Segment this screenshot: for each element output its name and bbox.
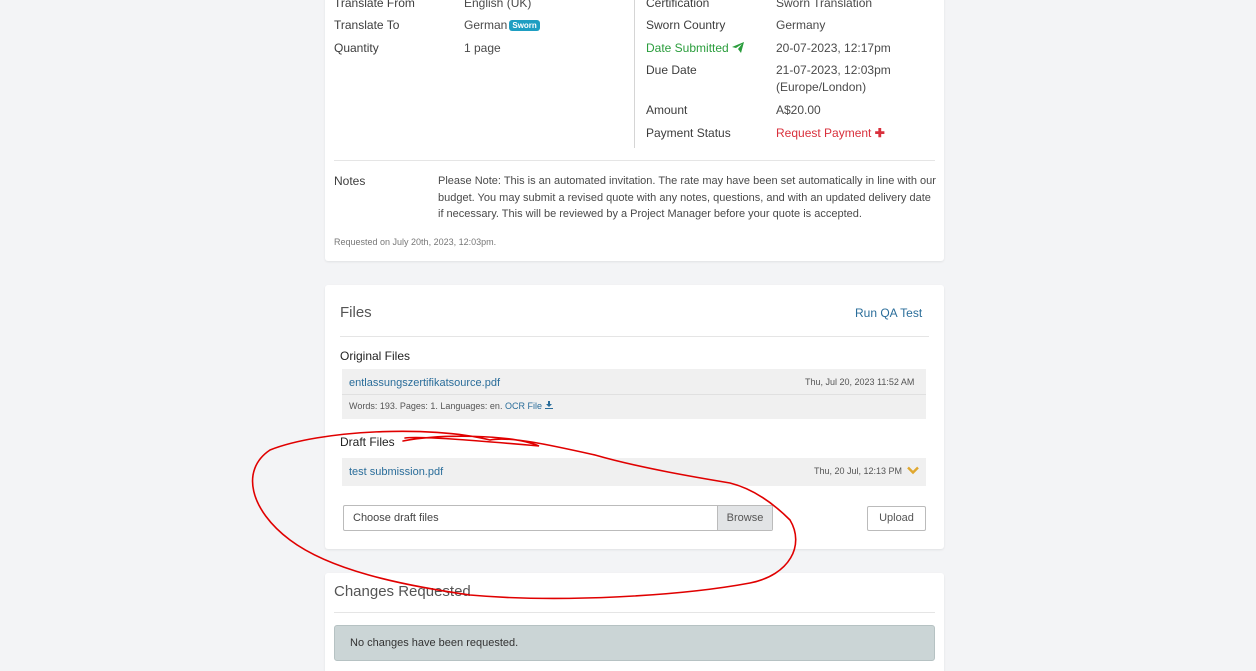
notes-text: Please Note: This is an automated invita… bbox=[438, 175, 936, 220]
no-changes-message: No changes have been requested. bbox=[350, 637, 519, 649]
ocr-file-link[interactable]: OCR File bbox=[505, 401, 553, 411]
files-divider bbox=[340, 336, 929, 337]
column-divider bbox=[634, 0, 635, 148]
sworn-country-value: Germany bbox=[776, 18, 826, 32]
sworn-country-label: Sworn Country bbox=[646, 18, 726, 32]
files-title: Files bbox=[340, 304, 372, 321]
browse-button[interactable]: Browse bbox=[717, 506, 772, 530]
due-date-label: Due Date bbox=[646, 63, 697, 77]
amount-value: A$20.00 bbox=[776, 103, 821, 117]
changes-divider bbox=[334, 612, 935, 613]
ocr-file-label: OCR File bbox=[504, 401, 542, 411]
date-submitted-label: Date Submitted bbox=[646, 40, 745, 56]
original-file-link[interactable]: entlassungszertifikatsource.pdf bbox=[349, 375, 500, 391]
translate-to-language: German bbox=[464, 18, 508, 32]
chevron-down-icon[interactable] bbox=[907, 466, 919, 475]
original-files-title: Original Files bbox=[340, 349, 411, 363]
certification-label: Certification bbox=[646, 0, 710, 10]
download-icon bbox=[544, 401, 553, 409]
no-changes-alert: No changes have been requested. bbox=[334, 625, 935, 661]
notes-label: Notes bbox=[334, 174, 366, 188]
sworn-badge: Sworn bbox=[509, 20, 540, 31]
request-payment-link[interactable]: Request Payment ✚ bbox=[776, 125, 885, 141]
notes-divider bbox=[334, 160, 935, 161]
draft-file-date: Thu, 20 Jul, 12:13 PM bbox=[814, 466, 903, 476]
date-submitted-value: 20-07-2023, 12:17pm bbox=[776, 41, 891, 55]
draft-file-placeholder: Choose draft files bbox=[353, 512, 439, 524]
draft-files-title: Draft Files bbox=[340, 435, 395, 449]
paper-plane-icon bbox=[732, 42, 745, 53]
upload-button[interactable]: Upload bbox=[867, 506, 926, 531]
original-file-meta-text: Words: 193. Pages: 1. Languages: en. bbox=[349, 401, 503, 411]
translate-to-label: Translate To bbox=[334, 18, 400, 32]
original-file-date: Thu, Jul 20, 2023 11:52 AM bbox=[805, 377, 915, 387]
requested-on-text: Requested on July 20th, 2023, 12:03pm. bbox=[334, 237, 497, 247]
request-payment-text: Request Payment bbox=[776, 126, 872, 140]
due-date-value: 21-07-2023, 12:03pm bbox=[776, 63, 891, 77]
draft-file-link[interactable]: test submission.pdf bbox=[349, 464, 443, 480]
quantity-label: Quantity bbox=[334, 41, 379, 55]
due-date-timezone: (Europe/London) bbox=[776, 80, 867, 94]
date-submitted-text: Date Submitted bbox=[646, 41, 729, 55]
amount-label: Amount bbox=[646, 103, 688, 117]
translate-from-label: Translate From bbox=[334, 0, 415, 10]
original-file-divider bbox=[342, 394, 926, 395]
certification-value: Sworn Translation bbox=[776, 0, 873, 10]
plus-icon: ✚ bbox=[874, 126, 885, 140]
run-qa-test-link[interactable]: Run QA Test bbox=[855, 306, 922, 320]
original-file-meta: Words: 193. Pages: 1. Languages: en. OCR… bbox=[349, 401, 553, 411]
draft-file-input[interactable]: Choose draft files Browse bbox=[343, 505, 773, 531]
payment-status-label: Payment Status bbox=[646, 126, 731, 140]
translate-from-value: English (UK) bbox=[464, 0, 532, 10]
translate-to-value: German Sworn bbox=[464, 17, 540, 33]
quantity-value: 1 page bbox=[464, 41, 501, 55]
changes-requested-title: Changes Requested bbox=[334, 583, 471, 600]
